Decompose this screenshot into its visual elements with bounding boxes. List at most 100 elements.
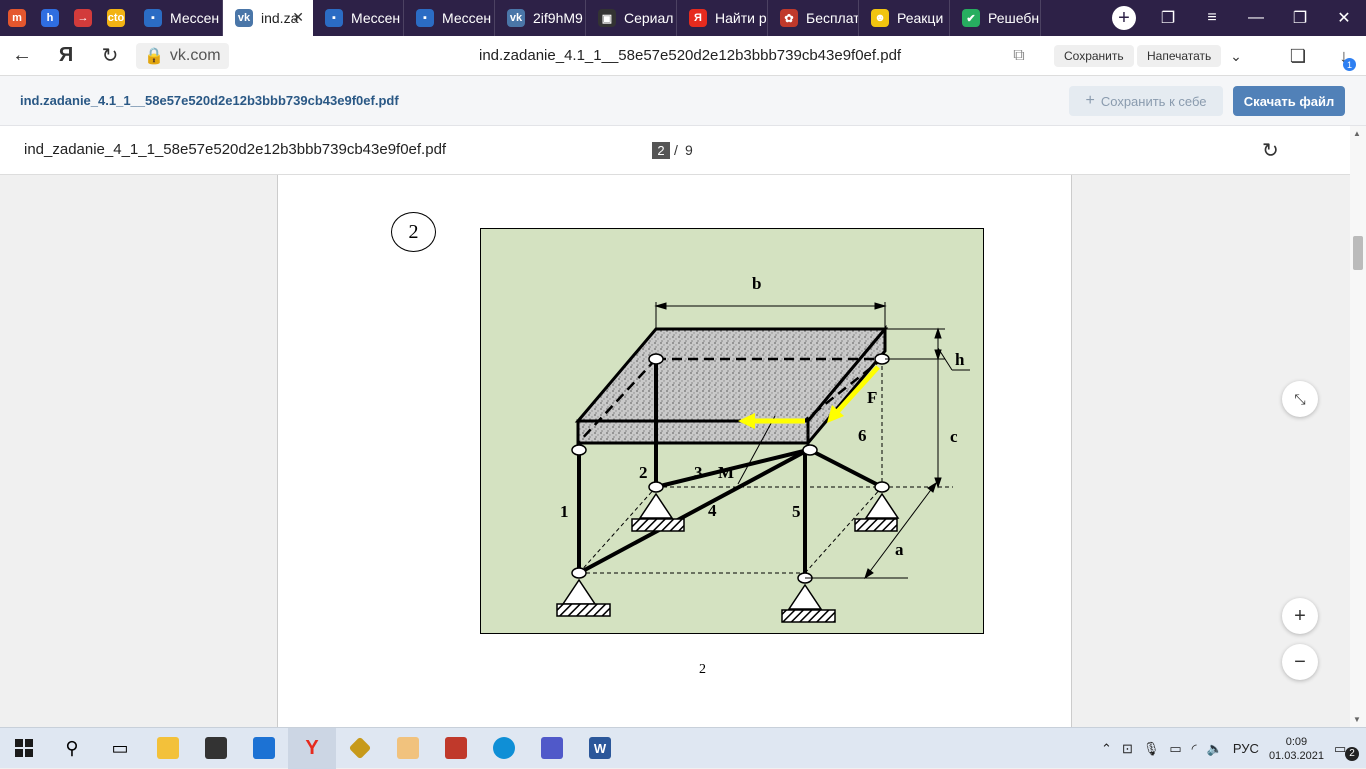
chevron-down-icon[interactable]: ⌄	[1214, 36, 1258, 76]
site-domain[interactable]: 🔒 vk.com	[136, 42, 229, 69]
fit-page-button[interactable]: ⤡	[1282, 381, 1318, 417]
store-icon[interactable]	[192, 728, 240, 769]
browser-tab[interactable]: cto	[99, 0, 132, 36]
browser-tab[interactable]: →	[66, 0, 99, 36]
download-file-button[interactable]: Скачать файл	[1233, 86, 1345, 116]
label-F: F	[867, 388, 877, 407]
browser-tab[interactable]: ☻ Реакци	[859, 0, 950, 36]
close-window-button[interactable]: ✕	[1322, 0, 1366, 36]
tab-favicon-icon: ✿	[780, 9, 798, 27]
volume-icon[interactable]: 🔈	[1207, 741, 1223, 757]
browser-tab-bar: m h → cto ▪ Мессен vk ind.za ✕ ▪ Мессен ▪ Мессен vk 2i…	[0, 0, 1366, 36]
page-title[interactable]: ind.zadanie_4.1_1__58e57e520d2e12b3bbb73…	[479, 47, 901, 64]
task-view-icon[interactable]: ▭	[96, 728, 144, 769]
notifications-button[interactable]: ▭ 2	[1334, 741, 1359, 761]
downloads-icon[interactable]: ↓	[1322, 36, 1366, 76]
vk-file-name[interactable]: ind.zadanie_4.1_1__58e57e520d2e12b3bbb73…	[20, 93, 399, 108]
label-c: c	[950, 427, 958, 446]
print-button[interactable]: Напечатать	[1137, 45, 1222, 67]
restore-button[interactable]: ❐	[1278, 0, 1322, 36]
address-bar: ← Я ↻ 🔒 vk.com ind.zadanie_4.1_1__58e57e…	[0, 36, 1366, 76]
notification-count: 2	[1345, 746, 1359, 761]
word-icon[interactable]: W	[576, 728, 624, 769]
browser-tab[interactable]: ✿ Бесплат	[768, 0, 859, 36]
tab-favicon-icon: ▪	[325, 9, 343, 27]
browser-tab[interactable]: h	[33, 0, 66, 36]
tab-favicon-icon: →	[74, 9, 92, 27]
save-to-me-button[interactable]: + Сохранить к себе	[1069, 86, 1223, 116]
browser-tab[interactable]: ▪ Мессен	[313, 0, 404, 36]
scroll-down-icon[interactable]: ▼	[1353, 715, 1361, 724]
tab-favicon-icon: m	[8, 9, 26, 27]
reload-icon[interactable]: ↻	[88, 36, 132, 76]
edge-icon[interactable]	[480, 728, 528, 769]
label-rod-3: 3	[694, 463, 703, 482]
app-icon[interactable]	[336, 728, 384, 769]
yandex-icon[interactable]: Я	[44, 36, 88, 76]
rotate-icon[interactable]: ↻	[1262, 138, 1279, 163]
pdf-toolbar: ind_zadanie_4_1_1_58e57e520d2e12b3bbb739…	[0, 126, 1350, 175]
save-to-me-label: Сохранить к себе	[1100, 93, 1207, 109]
scroll-thumb[interactable]	[1353, 236, 1363, 270]
tab-label: Мессен	[170, 10, 220, 26]
browser-tab[interactable]: ▣ Сериал	[586, 0, 677, 36]
label-h: h	[955, 350, 965, 369]
yandex-browser-icon[interactable]: Y	[288, 727, 336, 769]
browser-tab[interactable]: vk 2if9hM9	[495, 0, 586, 36]
tab-favicon-icon: vk	[507, 9, 525, 27]
zoom-in-button[interactable]: +	[1282, 598, 1318, 634]
windows-icon	[15, 739, 33, 757]
current-page-input[interactable]: 2	[652, 142, 670, 159]
language-indicator[interactable]: РУС	[1233, 741, 1259, 756]
device-icon[interactable]: ⊡	[1122, 741, 1133, 757]
teams-icon[interactable]	[528, 728, 576, 769]
tab-label: Мессен	[442, 10, 492, 26]
tab-favicon-icon: ▣	[598, 9, 616, 27]
browser-tab[interactable]: Я Найти р	[677, 0, 768, 36]
browser-tab[interactable]: ▪ Мессен	[404, 0, 495, 36]
downloads-badge: 1	[1343, 58, 1356, 71]
label-rod-6: 6	[858, 426, 867, 445]
plus-icon: +	[1085, 92, 1095, 109]
search-icon[interactable]: ⚲	[48, 728, 96, 769]
label-a: a	[895, 540, 904, 559]
minimize-button[interactable]: —	[1234, 0, 1278, 36]
save-page-button[interactable]: Сохранить	[1054, 45, 1134, 67]
tab-label: Сериал	[624, 10, 674, 26]
browser-tab[interactable]: ✔ Решебн	[950, 0, 1041, 36]
tab-label: Мессен	[351, 10, 401, 26]
tab-label: Реакци	[897, 10, 944, 26]
bookmarks-icon[interactable]: ❏	[1276, 36, 1320, 76]
battery-icon[interactable]: ▭	[1169, 741, 1181, 757]
window-controls: + ❐ ≡ — ❐ ✕	[1102, 0, 1366, 36]
windows-taskbar: ⚲ ▭ Y W ⌃ ⊡ 🎙 ▭ ◜ 🔈 РУС 0:09 01.03.2021 …	[0, 727, 1366, 769]
paint-icon[interactable]	[432, 728, 480, 769]
wifi-icon[interactable]: ◜	[1192, 741, 1197, 757]
browser-tab[interactable]: m	[0, 0, 33, 36]
tab-label: Бесплат	[806, 10, 859, 26]
tab-label: Найти р	[715, 10, 767, 26]
menu-icon[interactable]: ≡	[1190, 0, 1234, 36]
clock[interactable]: 0:09 01.03.2021	[1269, 735, 1324, 763]
clock-date: 01.03.2021	[1268, 749, 1324, 762]
zoom-out-button[interactable]: −	[1282, 644, 1318, 680]
tab-label: 2if9hM9	[533, 10, 583, 26]
pdf-page: 2 b h c a F M 1 2 3 4 5 6 2	[277, 175, 1072, 735]
photos-icon[interactable]	[384, 728, 432, 769]
browser-tab[interactable]: ▪ Мессен	[132, 0, 223, 36]
tabs-overview-icon[interactable]: ❐	[1146, 0, 1190, 36]
back-icon[interactable]: ←	[0, 36, 44, 76]
scroll-up-icon[interactable]: ▲	[1353, 129, 1361, 138]
new-tab-button[interactable]: +	[1112, 6, 1136, 30]
vertical-scrollbar[interactable]: ▲ ▼	[1350, 126, 1366, 727]
file-explorer-icon[interactable]	[144, 728, 192, 769]
start-button[interactable]	[0, 728, 48, 769]
mail-icon[interactable]	[240, 728, 288, 769]
mechanics-figure: b h c a F M 1 2 3 4 5 6	[480, 228, 984, 634]
browser-tab[interactable]: vk ind.za ✕	[223, 0, 313, 36]
copy-icon[interactable]: ⧉	[997, 36, 1041, 76]
page-footer-number: 2	[699, 662, 706, 677]
close-tab-icon[interactable]: ✕	[292, 9, 304, 26]
chevron-up-icon[interactable]: ⌃	[1101, 741, 1112, 757]
mic-icon[interactable]: 🎙	[1143, 741, 1160, 757]
